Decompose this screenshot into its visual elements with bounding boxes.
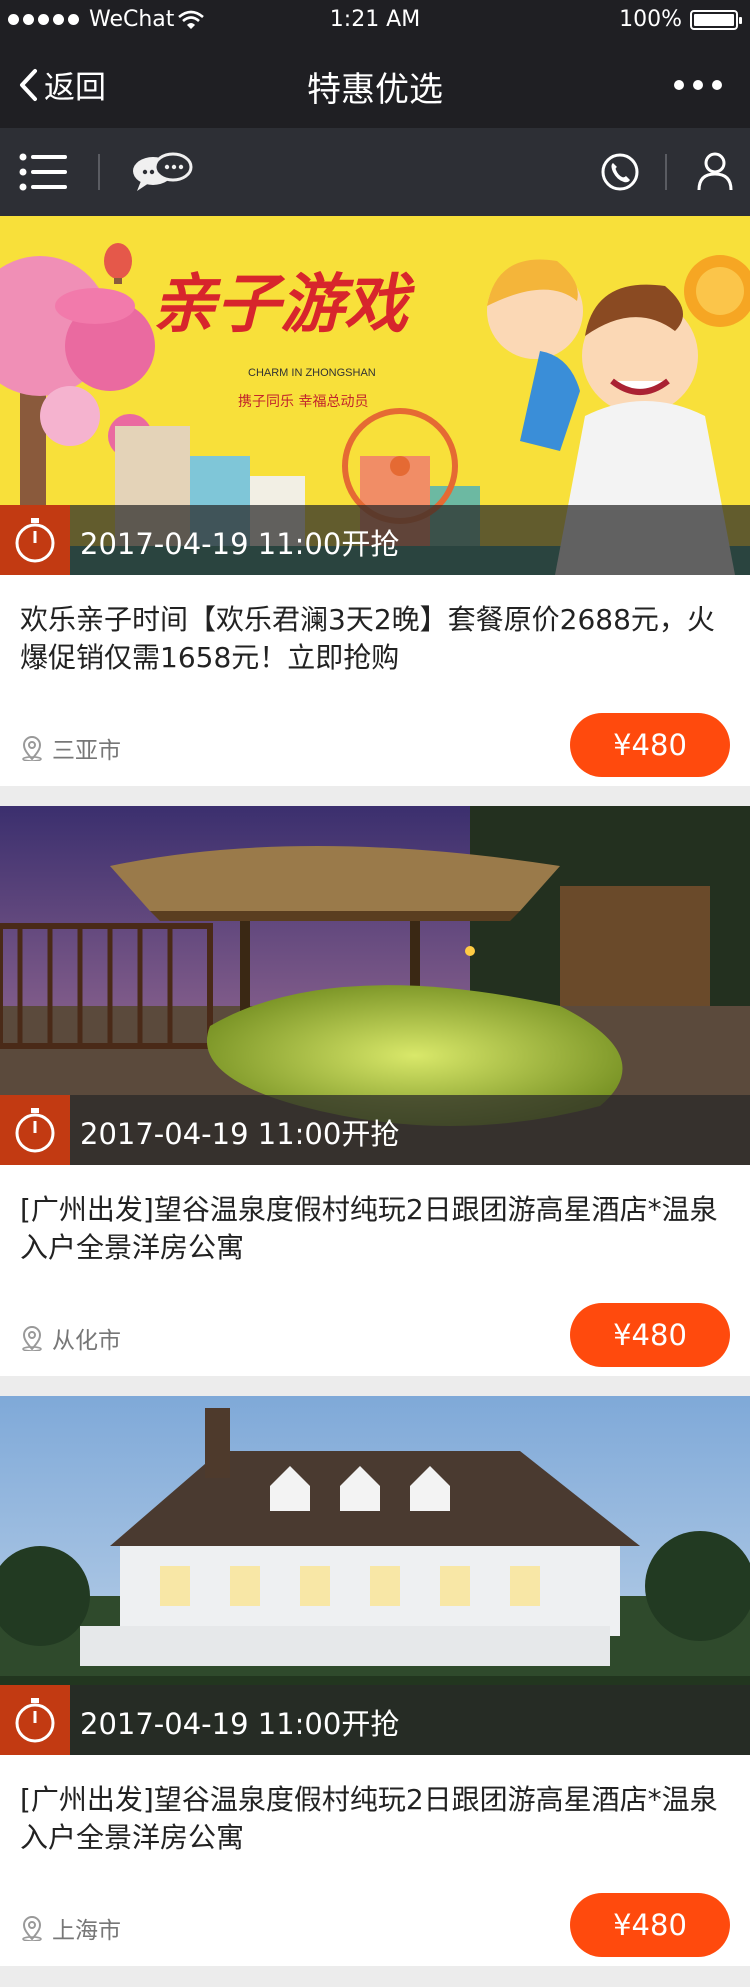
phone-icon xyxy=(601,153,639,191)
deal-title[interactable]: [广州出发]望谷温泉度假村纯玩2日跟团游高星酒店*温泉入户全景洋房公寓 xyxy=(20,1191,730,1267)
battery-icon xyxy=(690,9,742,30)
price-button[interactable]: ¥480 xyxy=(570,1893,730,1957)
deal-location: 上海市 xyxy=(20,1911,121,1945)
list-menu-icon xyxy=(19,153,67,191)
deal-card[interactable]: 亲子游戏 CHARM IN ZHONGSHAN 携子同乐 幸福总动员 2017-… xyxy=(0,216,750,786)
price-button[interactable]: ¥480 xyxy=(570,713,730,777)
menu-button[interactable] xyxy=(0,128,88,216)
location-label: 从化市 xyxy=(52,1328,121,1354)
chat-bubbles-icon xyxy=(133,152,193,191)
deal-banner-image[interactable]: 2017-04-19 11:00开抢 xyxy=(0,806,750,1165)
countdown-bar: 2017-04-19 11:00开抢 xyxy=(0,505,750,575)
toolbar-divider xyxy=(665,154,667,190)
deal-card[interactable]: 2017-04-19 11:00开抢 [广州出发]望谷温泉度假村纯玩2日跟团游高… xyxy=(0,806,750,1376)
location-pin-icon xyxy=(22,1916,42,1941)
sale-start-time: 2017-04-19 11:00开抢 xyxy=(80,1707,400,1741)
location-label: 三亚市 xyxy=(52,738,121,764)
deal-location: 从化市 xyxy=(20,1321,121,1355)
nav-bar: 返回 特惠优选 xyxy=(0,40,750,128)
countdown-bar: 2017-04-19 11:00开抢 xyxy=(0,1685,750,1755)
phone-button[interactable] xyxy=(585,128,655,216)
toolbar xyxy=(0,128,750,216)
countdown-bar: 2017-04-19 11:00开抢 xyxy=(0,1095,750,1165)
page-title: 特惠优选 xyxy=(307,70,443,110)
deal-card[interactable]: 2017-04-19 11:00开抢 [广州出发]望谷温泉度假村纯玩2日跟团游高… xyxy=(0,1396,750,1966)
deal-banner-image[interactable]: 2017-04-19 11:00开抢 xyxy=(0,1396,750,1755)
status-bar: WeChat 1:21 AM 100% xyxy=(0,0,750,40)
chat-button[interactable] xyxy=(118,128,206,216)
deal-title[interactable]: 欢乐亲子时间【欢乐君澜3天2晚】套餐原价2688元，火爆促销仅需1658元！立即… xyxy=(20,601,730,677)
stopwatch-icon xyxy=(0,505,70,575)
svg-text:亲子游戏: 亲子游戏 xyxy=(152,267,415,342)
toolbar-divider xyxy=(98,154,100,190)
user-icon xyxy=(697,152,733,191)
battery-percent: 100% xyxy=(619,7,682,32)
stopwatch-icon xyxy=(0,1095,70,1165)
sale-start-time: 2017-04-19 11:00开抢 xyxy=(80,527,400,561)
user-button[interactable] xyxy=(680,128,750,216)
location-pin-icon xyxy=(22,1326,42,1351)
sale-start-time: 2017-04-19 11:00开抢 xyxy=(80,1117,400,1151)
more-button[interactable] xyxy=(674,80,722,90)
stopwatch-icon xyxy=(0,1685,70,1755)
location-label: 上海市 xyxy=(52,1918,121,1944)
deal-banner-image[interactable]: 亲子游戏 CHARM IN ZHONGSHAN 携子同乐 幸福总动员 2017-… xyxy=(0,216,750,575)
svg-text:CHARM IN ZHONGSHAN: CHARM IN ZHONGSHAN xyxy=(248,367,376,379)
battery-status: 100% xyxy=(619,7,742,32)
location-pin-icon xyxy=(22,736,42,761)
price-button[interactable]: ¥480 xyxy=(570,1303,730,1367)
deal-location: 三亚市 xyxy=(20,731,121,765)
deal-title[interactable]: [广州出发]望谷温泉度假村纯玩2日跟团游高星酒店*温泉入户全景洋房公寓 xyxy=(20,1781,730,1857)
svg-text:携子同乐 幸福总动员: 携子同乐 幸福总动员 xyxy=(238,394,368,410)
